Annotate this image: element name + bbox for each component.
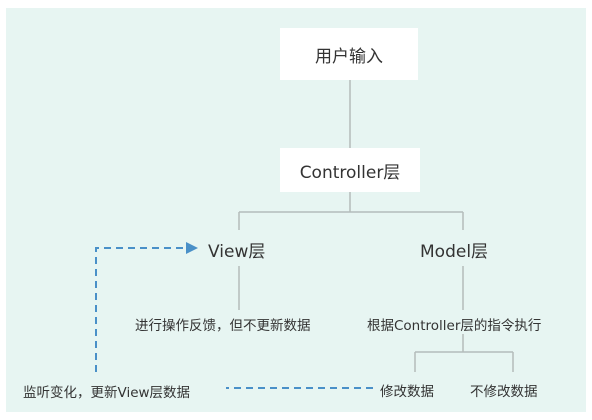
model-node: Model层 (420, 242, 489, 262)
arrow-head-icon (186, 242, 198, 254)
modify-data-label: 修改数据 (380, 384, 434, 400)
controller-label: Controller层 (299, 162, 401, 183)
user-input-node: 用户输入 (280, 28, 418, 80)
user-input-label: 用户输入 (315, 46, 383, 67)
view-node: View层 (208, 242, 266, 262)
view-action-label: 进行操作反馈，但不更新数据 (135, 318, 311, 334)
no-modify-data-label: 不修改数据 (470, 384, 538, 400)
listen-update-label: 监听变化，更新View层数据 (20, 381, 194, 401)
controller-node: Controller层 (280, 148, 420, 192)
model-action-label: 根据Controller层的指令执行 (367, 318, 542, 334)
